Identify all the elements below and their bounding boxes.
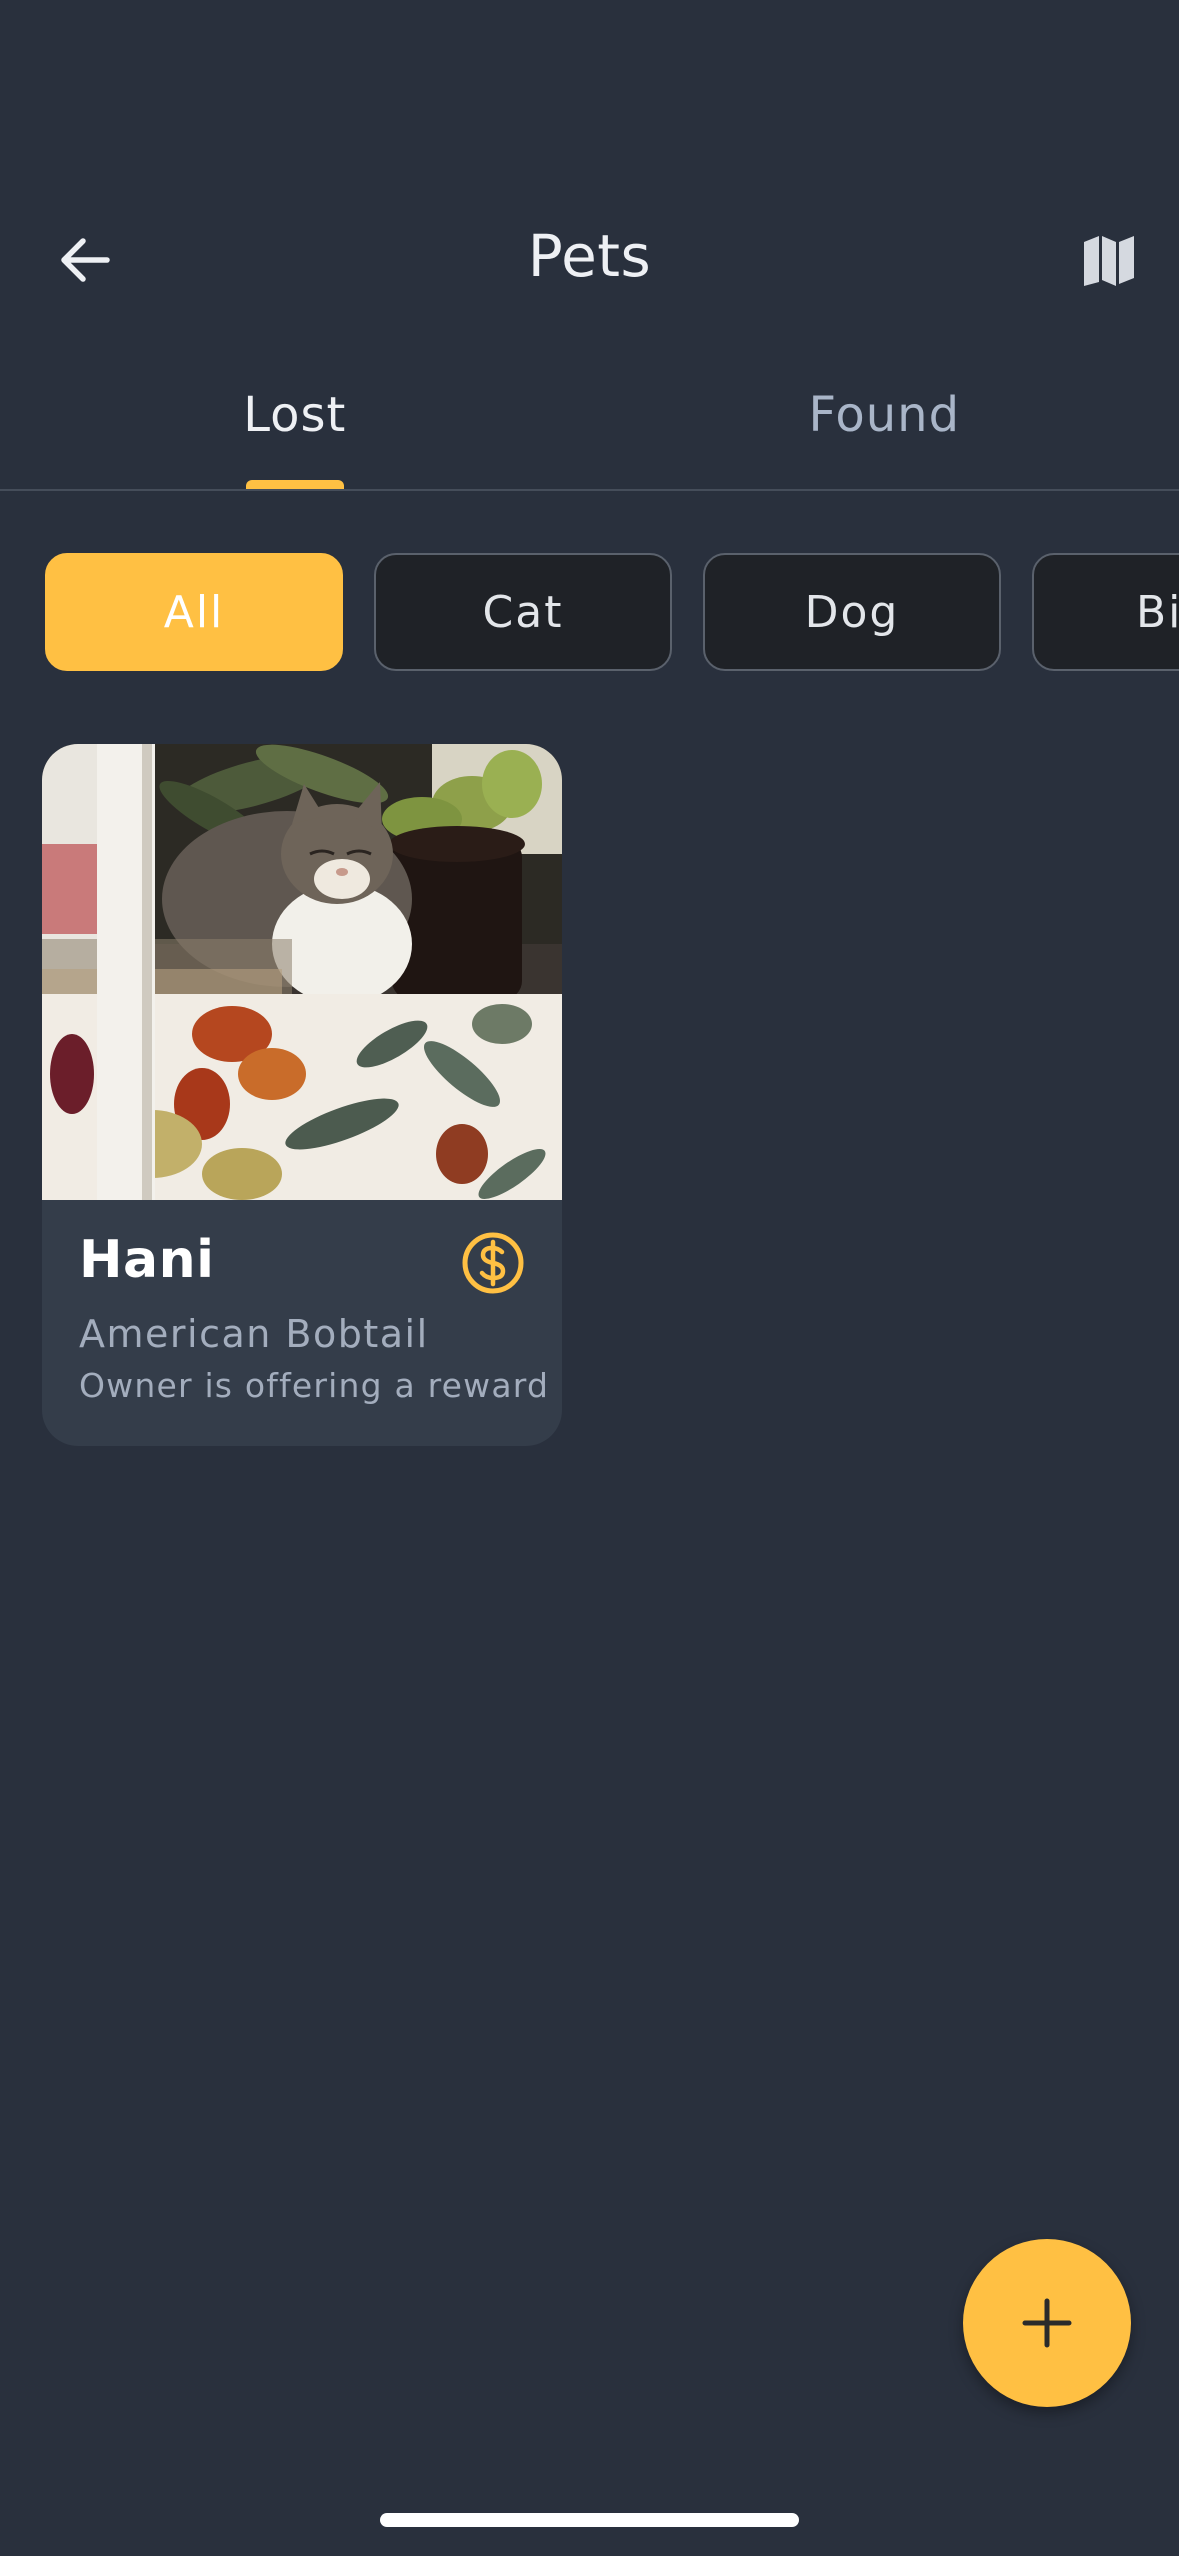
tab-found-label: Found <box>808 387 961 443</box>
page-title: Pets <box>527 222 652 290</box>
pet-card[interactable]: Hani American Bobtail Owner is offering … <box>42 744 562 1446</box>
map-icon <box>1084 236 1134 286</box>
filter-chip-dog[interactable]: Dog <box>703 553 1001 671</box>
pets-screen: Pets Lost Found All Cat Dog Bi Hani Amer… <box>0 0 1179 2556</box>
cat-photo <box>42 744 562 1200</box>
home-indicator[interactable] <box>380 2513 799 2527</box>
map-button[interactable] <box>1069 225 1149 295</box>
pet-breed: American Bobtail <box>79 1312 429 1356</box>
plus-icon <box>1022 2298 1072 2348</box>
tab-bar: Lost Found <box>0 365 1179 490</box>
tabs-divider <box>0 489 1179 491</box>
dollar-coin-icon <box>462 1232 524 1294</box>
pet-name: Hani <box>79 1230 215 1290</box>
filter-chip-bird[interactable]: Bi <box>1032 553 1179 671</box>
filter-chip-all[interactable]: All <box>45 553 343 671</box>
filter-chip-cat[interactable]: Cat <box>374 553 672 671</box>
add-pet-button[interactable] <box>963 2239 1131 2407</box>
tab-lost-label: Lost <box>243 387 347 443</box>
species-filter-chips: All Cat Dog Bi <box>45 553 1179 671</box>
tab-found[interactable]: Found <box>590 365 1179 490</box>
tab-lost[interactable]: Lost <box>0 365 590 490</box>
reward-note: Owner is offering a reward <box>79 1366 550 1405</box>
